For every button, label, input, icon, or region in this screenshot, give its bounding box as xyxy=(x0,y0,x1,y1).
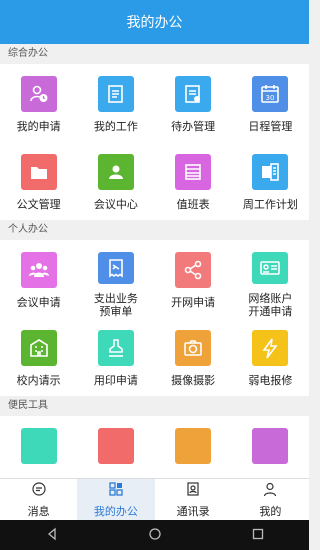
tab-grid[interactable]: 我的办公 xyxy=(77,479,155,520)
menu-item-label: 会议中心 xyxy=(93,198,138,211)
chat-icon xyxy=(31,481,47,501)
menu-item-label: 公文管理 xyxy=(16,198,61,211)
menu-item[interactable]: 周工作计划 xyxy=(232,142,309,220)
menu-item[interactable]: 弱电报修 xyxy=(232,318,309,396)
section-title-personal: 个人办公 xyxy=(0,220,309,240)
grid-general: 我的申请 我的工作 待办管理 30 日程管理公文管理 会议中心 值班表 周工作计划 xyxy=(0,64,309,220)
plan-icon xyxy=(252,154,289,190)
section-title-general: 综合办公 xyxy=(0,44,309,64)
menu-item[interactable]: 待办管理 xyxy=(155,64,232,142)
users-icon xyxy=(97,154,134,190)
menu-item-label: 日程管理 xyxy=(248,120,293,133)
svg-text:30: 30 xyxy=(266,94,275,102)
menu-item-label: 我的申请 xyxy=(16,120,61,133)
tool-icon xyxy=(20,428,57,464)
menu-item-label: 值班表 xyxy=(176,198,210,211)
tool-icon xyxy=(175,428,212,464)
grid-icon xyxy=(108,481,124,501)
menu-item[interactable] xyxy=(0,416,77,478)
menu-item[interactable]: 开网申请 xyxy=(155,240,232,318)
menu-item[interactable]: 公文管理 xyxy=(0,142,77,220)
lightning-icon xyxy=(252,330,289,366)
bottom-tab-bar: 消息 我的办公 通讯录 我的 xyxy=(0,478,309,520)
section-personal: 个人办公 会议申请 支出业务 预审单 开网申请 网络账户 开通申请校内请示 用印申请 摄像… xyxy=(0,220,309,396)
back-icon[interactable] xyxy=(45,526,59,545)
menu-item-label: 校内请示 xyxy=(16,374,61,387)
menu-item-label: 支出业务 预审单 xyxy=(93,292,138,318)
person-clock-icon xyxy=(20,76,57,112)
calendar-icon: 30 xyxy=(252,76,289,112)
grid-personal: 会议申请 支出业务 预审单 开网申请 网络账户 开通申请校内请示 用印申请 摄像摄影 弱电报… xyxy=(0,240,309,396)
office-scroll-area[interactable]: 综合办公 我的申请 我的工作 待办管理 30 日程管理 公文管理 会议中心 值班表 周工作计划 … xyxy=(0,44,309,478)
section-tools: 便民工具 xyxy=(0,396,309,478)
menu-item[interactable] xyxy=(77,416,154,478)
tool-icon xyxy=(97,428,134,464)
tab-user[interactable]: 我的 xyxy=(232,479,309,520)
grid-tools xyxy=(0,416,309,478)
section-title-tools: 便民工具 xyxy=(0,396,309,416)
menu-item-label: 弱电报修 xyxy=(248,374,293,387)
menu-item[interactable] xyxy=(232,416,309,478)
menu-item[interactable]: 用印申请 xyxy=(77,318,154,396)
contacts-icon xyxy=(185,481,201,501)
group-icon xyxy=(20,252,57,288)
checklist-icon xyxy=(175,76,212,112)
menu-item-label: 用印申请 xyxy=(93,374,138,387)
document-icon xyxy=(97,76,134,112)
tab-label: 我的 xyxy=(259,504,282,518)
camera-icon xyxy=(175,330,212,366)
page-title: 我的办公 xyxy=(126,15,183,31)
menu-item-label: 网络账户 开通申请 xyxy=(248,292,293,318)
stamp-icon xyxy=(97,330,134,366)
building-icon xyxy=(20,330,57,366)
menu-item-label: 周工作计划 xyxy=(242,198,298,211)
menu-item[interactable]: 30 日程管理 xyxy=(232,64,309,142)
android-nav-bar xyxy=(0,520,309,550)
tab-chat[interactable]: 消息 xyxy=(0,479,77,520)
tab-label: 消息 xyxy=(27,504,50,518)
menu-item[interactable]: 支出业务 预审单 xyxy=(77,240,154,318)
menu-item-label: 摄像摄影 xyxy=(171,374,216,387)
menu-item-label: 我的工作 xyxy=(93,120,138,133)
tab-label: 我的办公 xyxy=(93,504,138,518)
tool-icon xyxy=(252,428,289,464)
menu-item[interactable] xyxy=(155,416,232,478)
table-icon xyxy=(175,154,212,190)
folder-icon xyxy=(20,154,57,190)
menu-item[interactable]: 网络账户 开通申请 xyxy=(232,240,309,318)
menu-item[interactable]: 摄像摄影 xyxy=(155,318,232,396)
home-icon[interactable] xyxy=(148,526,162,545)
menu-item-label: 待办管理 xyxy=(171,120,216,133)
section-general: 综合办公 我的申请 我的工作 待办管理 30 日程管理公文管理 会议中心 值班表 周工作计划 xyxy=(0,44,309,220)
tab-contacts[interactable]: 通讯录 xyxy=(155,479,232,520)
recents-icon[interactable] xyxy=(251,526,265,545)
menu-item[interactable]: 校内请示 xyxy=(0,318,77,396)
id-card-icon xyxy=(252,252,289,284)
receipt-icon xyxy=(97,252,134,284)
share-icon xyxy=(175,252,212,288)
menu-item[interactable]: 会议申请 xyxy=(0,240,77,318)
menu-item-label: 会议申请 xyxy=(16,296,61,309)
user-icon xyxy=(262,481,278,501)
menu-item[interactable]: 我的工作 xyxy=(77,64,154,142)
tab-label: 通讯录 xyxy=(176,504,210,518)
menu-item[interactable]: 值班表 xyxy=(155,142,232,220)
menu-item[interactable]: 我的申请 xyxy=(0,64,77,142)
menu-item-label: 开网申请 xyxy=(171,296,216,309)
app-header: 我的办公 xyxy=(0,0,309,44)
menu-item[interactable]: 会议中心 xyxy=(77,142,154,220)
